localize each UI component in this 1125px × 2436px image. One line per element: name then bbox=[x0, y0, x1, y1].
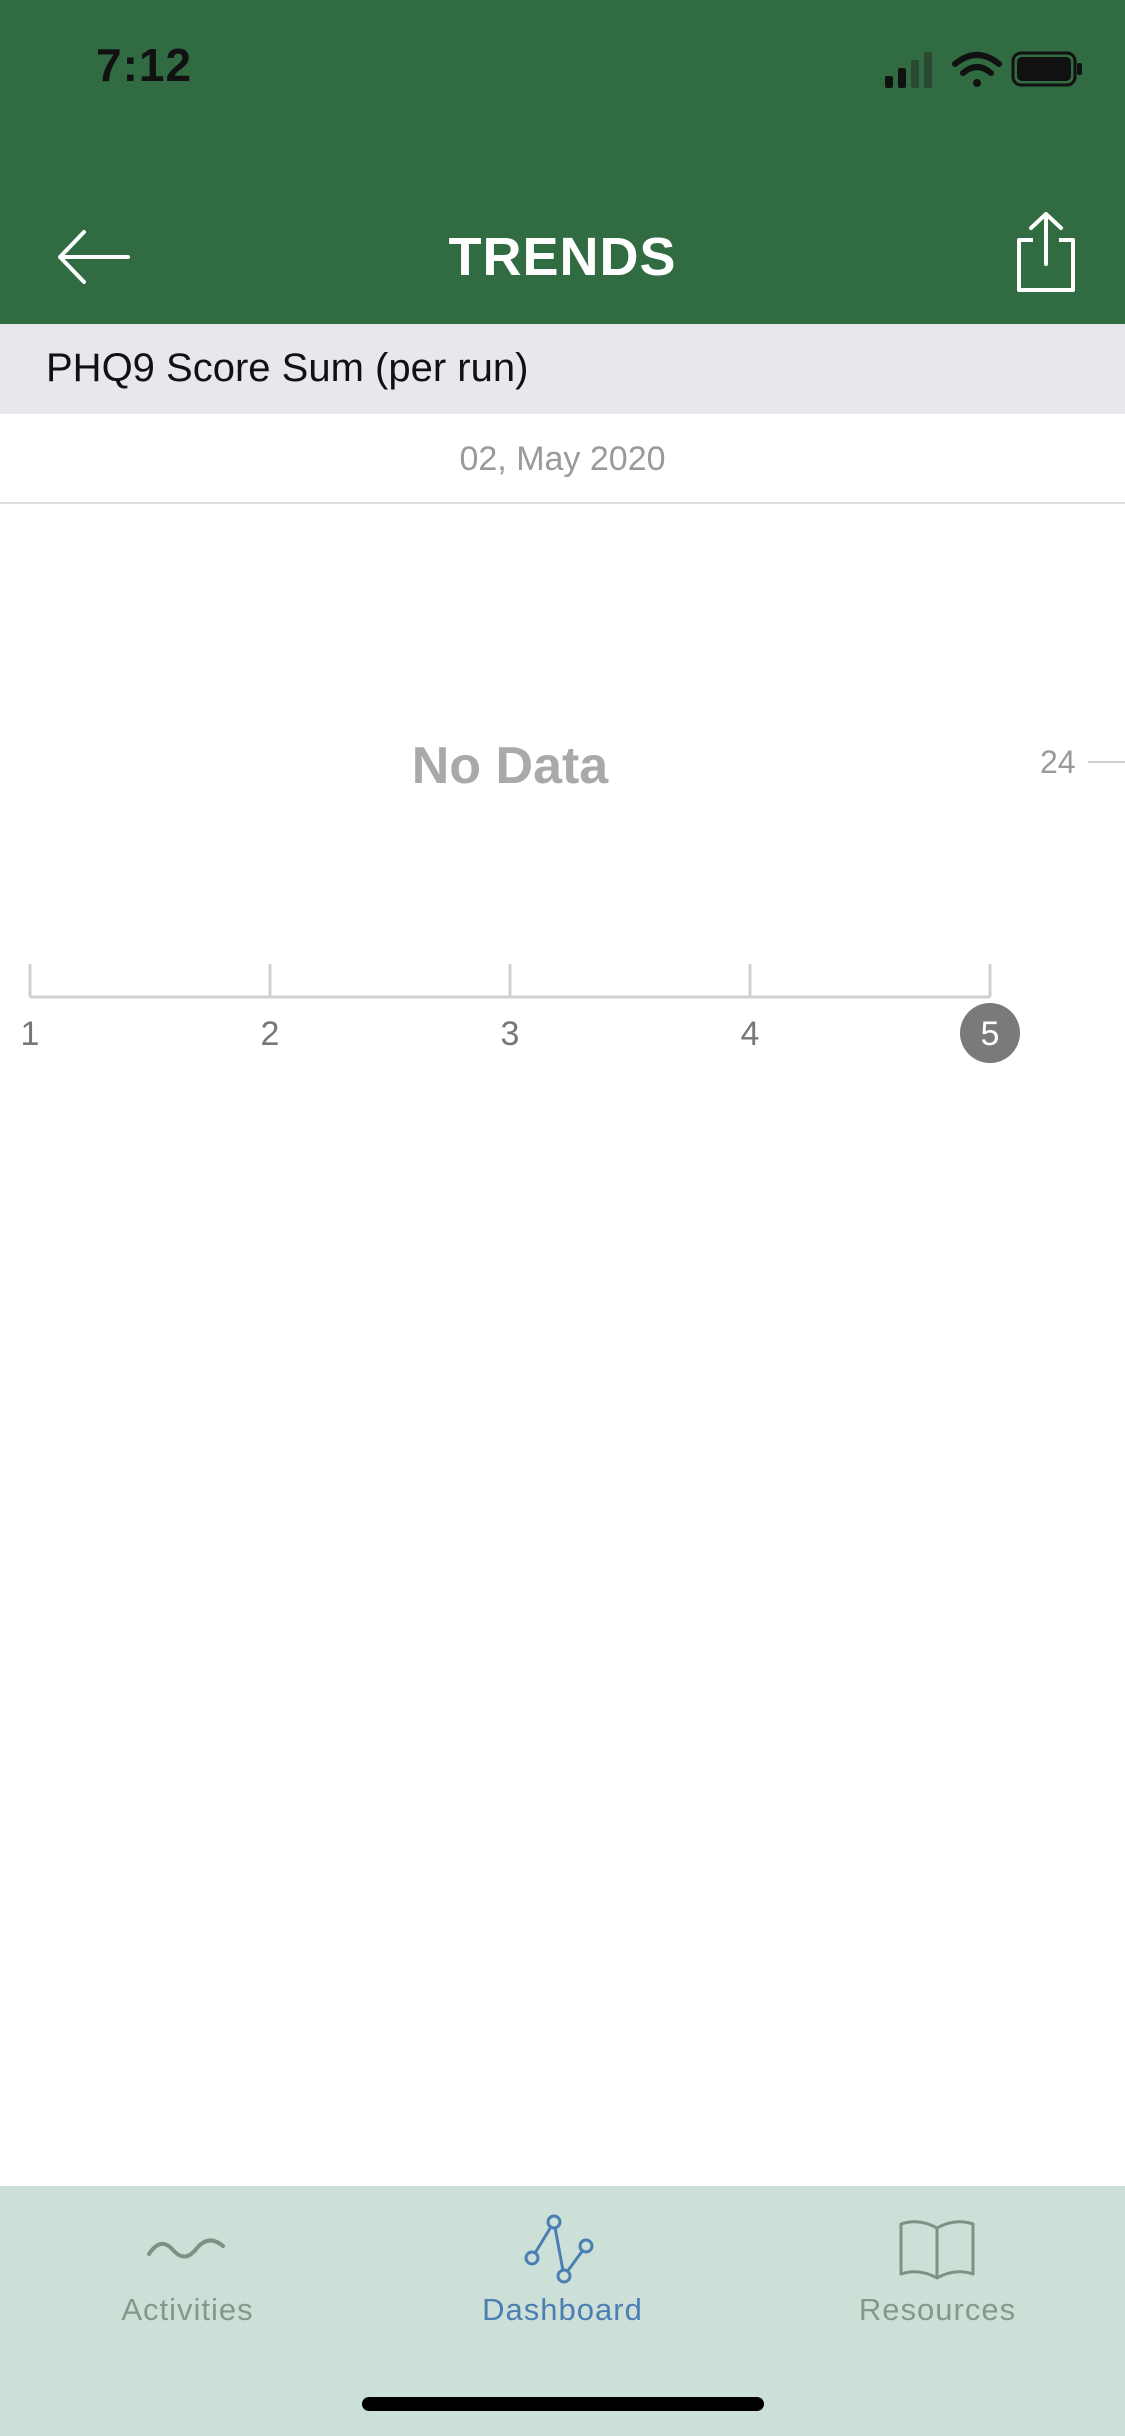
x-tick-label[interactable]: 5 bbox=[981, 1015, 1000, 1053]
battery-icon bbox=[1011, 51, 1082, 87]
tab-activities-label: Activities bbox=[121, 2292, 254, 2327]
cellular-signal-icon bbox=[885, 52, 932, 88]
x-axis: 1 2 3 4 5 bbox=[21, 964, 1020, 1063]
x-tick-label[interactable]: 2 bbox=[261, 1015, 280, 1053]
status-icons bbox=[885, 51, 1082, 88]
tab-activities[interactable]: Activities bbox=[0, 2186, 375, 2346]
x-tick-label[interactable]: 4 bbox=[741, 1015, 760, 1053]
section-header: PHQ9 Score Sum (per run) bbox=[0, 324, 1125, 414]
home-indicator bbox=[362, 2397, 764, 2411]
section-title: PHQ9 Score Sum (per run) bbox=[46, 346, 529, 390]
tab-dashboard[interactable]: Dashboard bbox=[375, 2186, 750, 2346]
x-tick-label[interactable]: 1 bbox=[21, 1015, 40, 1053]
status-time: 7:12 bbox=[96, 39, 193, 91]
wifi-icon bbox=[952, 52, 1002, 87]
app-header: 7:12 TRENDS bbox=[0, 0, 1125, 324]
line-chart-icon bbox=[524, 2214, 594, 2284]
tab-dashboard-label: Dashboard bbox=[482, 2292, 643, 2327]
tab-resources-label: Resources bbox=[858, 2292, 1017, 2327]
trend-chart[interactable]: No Data 24 12345 bbox=[0, 504, 1125, 1104]
wave-icon bbox=[147, 2238, 225, 2259]
page-title: TRENDS bbox=[448, 227, 677, 287]
share-icon bbox=[1017, 212, 1075, 292]
book-icon bbox=[899, 2220, 975, 2280]
x-tick-label[interactable]: 3 bbox=[501, 1015, 520, 1053]
tab-resources[interactable]: Resources bbox=[750, 2186, 1125, 2346]
date-label[interactable]: 02, May 2020 bbox=[0, 414, 1125, 504]
share-button[interactable] bbox=[1011, 210, 1081, 294]
